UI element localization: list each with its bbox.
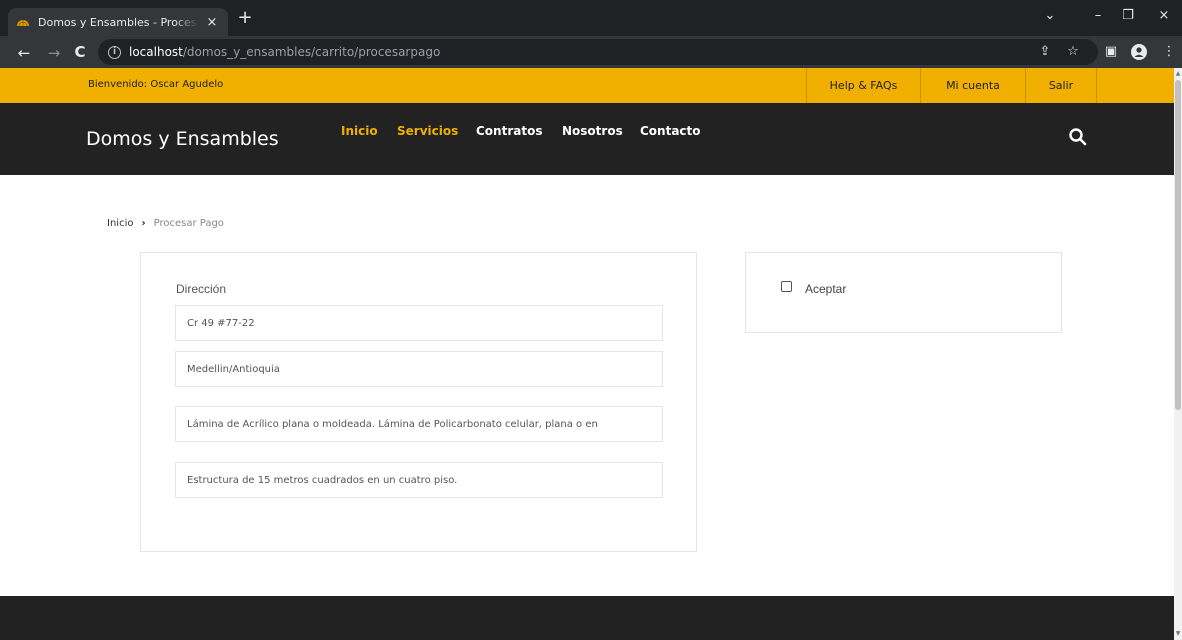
accept-card: Aceptar bbox=[745, 252, 1062, 333]
info-icon[interactable]: i bbox=[108, 45, 121, 59]
address-input[interactable]: Cr 49 #77-22 bbox=[175, 305, 663, 341]
site-header: Domos y Ensambles Inicio Servicios Contr… bbox=[0, 103, 1174, 175]
my-account-link[interactable]: Mi cuenta bbox=[920, 68, 1025, 103]
site-favicon-icon bbox=[17, 20, 29, 27]
sidepanel-icon[interactable]: ▣ bbox=[1102, 44, 1120, 59]
scroll-thumb[interactable] bbox=[1175, 80, 1181, 410]
search-icon[interactable] bbox=[1068, 127, 1088, 147]
accept-label[interactable]: Aceptar bbox=[805, 282, 846, 296]
menu-icon[interactable]: ⋮ bbox=[1160, 44, 1178, 59]
logout-link[interactable]: Salir bbox=[1025, 68, 1097, 103]
page-scrollbar[interactable]: ▲ ▼ bbox=[1174, 68, 1182, 640]
scroll-up-icon[interactable]: ▲ bbox=[1174, 70, 1182, 77]
profile-icon[interactable] bbox=[1130, 43, 1148, 61]
address-label: Dirección bbox=[176, 282, 227, 296]
new-tab-button[interactable]: + bbox=[234, 9, 256, 27]
star-icon[interactable]: ☆ bbox=[1064, 44, 1082, 59]
product-description-input[interactable]: Lámina de Acrílico plana o moldeada. Lám… bbox=[175, 406, 663, 442]
close-window-button[interactable]: × bbox=[1154, 8, 1174, 23]
share-icon[interactable]: ⇪ bbox=[1036, 44, 1054, 59]
address-bar-row: ← → C i localhost/domos_y_ensambles/carr… bbox=[0, 36, 1182, 68]
url-input[interactable]: i localhost/domos_y_ensambles/carrito/pr… bbox=[98, 39, 1098, 65]
help-faqs-link[interactable]: Help & FAQs bbox=[806, 68, 920, 103]
url-path: /domos_y_ensambles/carrito/procesarpago bbox=[182, 45, 441, 59]
site-footer bbox=[0, 596, 1174, 640]
nav-servicios[interactable]: Servicios bbox=[397, 124, 458, 138]
tab-search-icon[interactable]: ⌄ bbox=[1040, 8, 1060, 23]
browser-tab[interactable]: Domos y Ensambles - Procesar Pago × bbox=[8, 8, 228, 36]
brand-logo[interactable]: Domos y Ensambles bbox=[86, 128, 279, 150]
reload-icon[interactable]: C bbox=[68, 43, 92, 61]
payment-form-card: Dirección Cr 49 #77-22 Medellin/Antioqui… bbox=[140, 252, 697, 552]
tab-title: Domos y Ensambles - Procesar Pago bbox=[38, 15, 198, 29]
url-host: localhost bbox=[129, 45, 183, 59]
site-top-bar: Bienvenido: Oscar Agudelo Help & FAQs Mi… bbox=[0, 68, 1174, 103]
restore-button[interactable]: ❐ bbox=[1118, 8, 1138, 23]
accept-checkbox[interactable] bbox=[781, 281, 792, 292]
details-input[interactable]: Estructura de 15 metros cuadrados en un … bbox=[175, 462, 663, 498]
breadcrumb-home[interactable]: Inicio bbox=[107, 218, 133, 229]
browser-tab-strip: Domos y Ensambles - Procesar Pago × + ⌄ … bbox=[0, 0, 1182, 36]
city-input[interactable]: Medellin/Antioquia bbox=[175, 351, 663, 387]
welcome-text: Bienvenido: Oscar Agudelo bbox=[88, 79, 224, 90]
tab-close-icon[interactable]: × bbox=[204, 15, 220, 30]
nav-inicio[interactable]: Inicio bbox=[341, 124, 378, 138]
nav-nosotros[interactable]: Nosotros bbox=[562, 124, 623, 138]
back-icon[interactable]: ← bbox=[12, 44, 36, 62]
breadcrumb: Inicio › Procesar Pago bbox=[107, 218, 224, 229]
minimize-button[interactable]: – bbox=[1088, 8, 1108, 23]
breadcrumb-current: Procesar Pago bbox=[153, 218, 224, 229]
nav-contratos[interactable]: Contratos bbox=[476, 124, 542, 138]
chevron-right-icon: › bbox=[141, 218, 146, 229]
forward-icon[interactable]: → bbox=[42, 44, 66, 62]
nav-contacto[interactable]: Contacto bbox=[640, 124, 701, 138]
scroll-down-icon[interactable]: ▼ bbox=[1174, 630, 1182, 637]
